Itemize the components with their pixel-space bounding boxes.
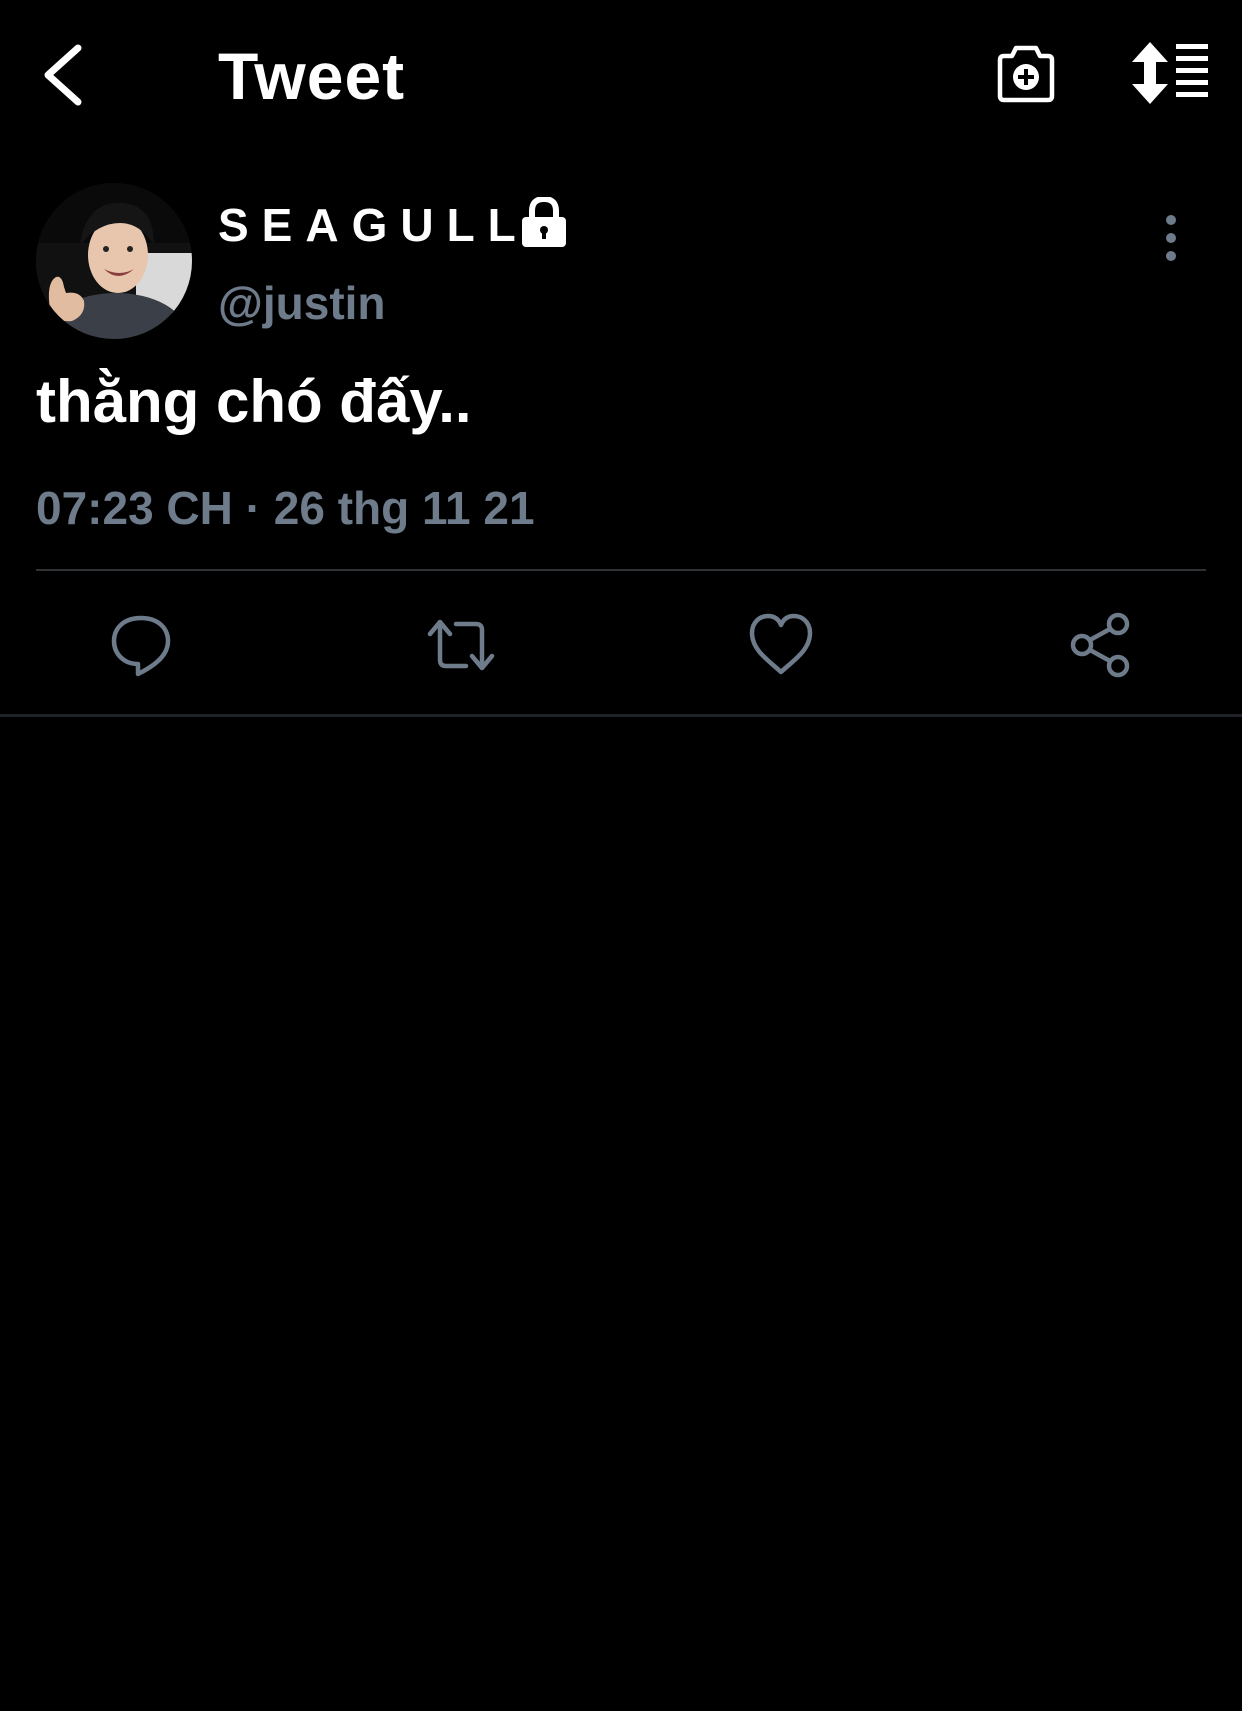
back-icon[interactable]: [36, 40, 96, 110]
tweet-timestamp[interactable]: 07:23 CH · 26 thg 11 21: [36, 478, 535, 538]
lock-icon: [522, 197, 566, 247]
display-name[interactable]: SEAGULL: [218, 195, 529, 255]
user-handle[interactable]: @justin: [218, 273, 386, 333]
share-icon[interactable]: [1066, 610, 1136, 680]
top-bar: Tweet: [0, 0, 1242, 150]
like-icon[interactable]: [746, 610, 816, 680]
divider: [0, 714, 1242, 717]
tweet-author: SEAGULL @justin: [36, 183, 1206, 343]
avatar[interactable]: [36, 183, 192, 339]
tweet-text: thằng chó đấy..: [36, 368, 472, 435]
divider: [36, 569, 1206, 571]
reply-icon[interactable]: [106, 610, 176, 680]
camera-add-icon[interactable]: [994, 42, 1058, 106]
page-title: Tweet: [218, 39, 406, 113]
tweet-actions: [0, 610, 1242, 680]
more-options-icon[interactable]: [1156, 213, 1186, 263]
sort-list-icon[interactable]: [1132, 42, 1208, 104]
retweet-icon[interactable]: [426, 610, 496, 680]
